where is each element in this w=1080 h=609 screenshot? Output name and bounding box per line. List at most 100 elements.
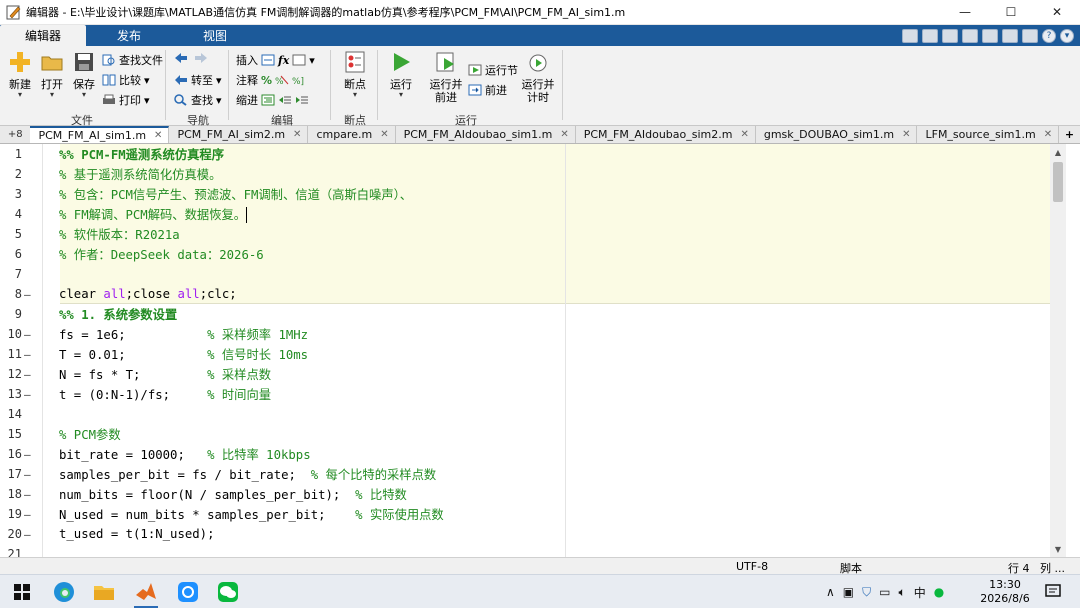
undo-qat-icon[interactable] (982, 28, 998, 43)
run-button[interactable]: 运行 ▾ (386, 50, 416, 99)
edge-browser-icon[interactable] (52, 580, 76, 604)
file-explorer-icon[interactable] (92, 580, 116, 604)
code-line[interactable]: 9 %% 1. 系统参数设置 (0, 304, 1050, 324)
ribbon-tab-row: 编辑器 发布 视图 ? ▾ (0, 25, 1080, 46)
compare-button[interactable]: 比较 ▾ (102, 72, 150, 88)
find-files-button[interactable]: 查找文件 (102, 52, 163, 68)
close-tab-icon[interactable]: ✕ (293, 129, 301, 140)
code-line[interactable]: 19— N_used = num_bits * samples_per_bit;… (0, 504, 1050, 524)
code-line[interactable]: 21 (0, 544, 1050, 557)
save-qat-icon[interactable] (902, 28, 918, 43)
decrease-indent-icon[interactable] (295, 94, 309, 106)
close-tab-icon[interactable]: ✕ (154, 130, 162, 141)
indent-button[interactable]: 缩进 (236, 92, 309, 108)
new-tab-button[interactable]: + (1059, 126, 1080, 143)
save-button[interactable]: 保存 ▾ (70, 50, 98, 99)
minimize-button[interactable]: — (942, 0, 988, 25)
code-line[interactable]: 18— num_bits = floor(N / samples_per_bit… (0, 484, 1050, 504)
scroll-thumb[interactable] (1053, 162, 1063, 202)
switch-windows-icon[interactable] (1022, 28, 1038, 43)
function-fx-icon[interactable]: fx (278, 54, 289, 67)
vertical-scrollbar[interactable]: ▲ ▼ (1050, 144, 1066, 557)
tab-publish[interactable]: 发布 (86, 25, 172, 46)
help-icon[interactable]: ? (1042, 28, 1056, 43)
wechat-icon[interactable] (216, 580, 240, 604)
code-line[interactable]: 2 % 基于遥测系统简化仿真模。 (0, 164, 1050, 184)
back-forward-buttons[interactable] (174, 52, 208, 64)
open-button[interactable]: 打开 ▾ (38, 50, 66, 99)
file-tab[interactable]: PCM_FM_AIdoubao_sim2.m ✕ (576, 126, 756, 143)
run-and-advance-label: 运行并 前进 (430, 78, 463, 104)
volume-icon[interactable]: 🔈︎ (899, 585, 906, 600)
code-line[interactable]: 13— t = (0:N-1)/fs; % 时间向量 (0, 384, 1050, 404)
goto-button[interactable]: 转至 ▾ (174, 72, 222, 88)
file-tab[interactable]: gmsk_DOUBAO_sim1.m ✕ (756, 126, 918, 143)
code-line[interactable]: 14 (0, 404, 1050, 424)
taskbar-clock[interactable]: 13:30 2026/8/6 (980, 578, 1030, 606)
code-line[interactable]: 10— fs = 1e6; % 采样频率 1MHz (0, 324, 1050, 344)
tray-app-icon[interactable]: ▣ (843, 585, 854, 599)
sync-app-icon[interactable] (176, 580, 200, 604)
tab-view[interactable]: 视图 (172, 25, 258, 46)
security-shield-icon[interactable]: ⛉ (862, 585, 871, 600)
file-tab[interactable]: LFM_source_sim1.m ✕ (917, 126, 1060, 143)
code-text: % PCM参数 (59, 428, 121, 442)
file-tab[interactable]: PCM_FM_AI_sim2.m ✕ (169, 126, 309, 143)
close-tab-icon[interactable]: ✕ (380, 129, 388, 140)
copy-qat-icon[interactable] (942, 28, 958, 43)
new-button[interactable]: 新建 ▾ (6, 50, 34, 99)
maximize-button[interactable]: ☐ (988, 0, 1034, 25)
code-editor[interactable]: 1 %% PCM-FM遥测系统仿真程序 2 % 基于遥测系统简化仿真模。 3 %… (0, 144, 1066, 557)
run-section-button[interactable]: 运行节 (468, 62, 518, 78)
close-tab-icon[interactable]: ✕ (740, 129, 748, 140)
run-and-advance-button[interactable]: 运行并 前进 (428, 50, 464, 104)
ribbon-options-icon[interactable]: ▾ (1060, 28, 1074, 43)
percent-comment-icon[interactable]: % (261, 74, 272, 87)
notifications-icon[interactable] (1044, 583, 1062, 601)
insert-button[interactable]: 插入 fx ▾ (236, 52, 315, 68)
run-and-time-button[interactable]: 运行并 计时 (520, 50, 556, 104)
code-line[interactable]: 15 % PCM参数 (0, 424, 1050, 444)
code-line[interactable]: 4 % FM解调、PCM解码、数据恢复。 (0, 204, 1050, 224)
code-line[interactable]: 17— samples_per_bit = fs / bit_rate; % 每… (0, 464, 1050, 484)
tab-editor[interactable]: 编辑器 (0, 25, 86, 46)
code-line[interactable]: 11— T = 0.01; % 信号时长 10ms (0, 344, 1050, 364)
wrap-comments-icon[interactable]: %] (292, 74, 306, 86)
file-tab[interactable]: PCM_FM_AI_sim1.m ✕ (30, 126, 170, 143)
code-line[interactable]: 20— t_used = t(1:N_used); (0, 524, 1050, 544)
code-line[interactable]: 7 (0, 264, 1050, 284)
windows-start-icon[interactable] (10, 580, 34, 604)
code-line[interactable]: 5 % 软件版本：R2021a (0, 224, 1050, 244)
close-tab-icon[interactable]: ✕ (902, 129, 910, 140)
code-line[interactable]: 6 % 作者：DeepSeek data：2026-6 (0, 244, 1050, 264)
code-line[interactable]: 8— clear all;close all;clc; (0, 284, 1050, 304)
code-line[interactable]: 16— bit_rate = 10000; % 比特率 10kbps (0, 444, 1050, 464)
close-button[interactable]: ✕ (1034, 0, 1080, 25)
battery-icon[interactable]: ▭ (879, 585, 890, 599)
comment-button[interactable]: 注释 % % %] (236, 72, 306, 88)
advance-button[interactable]: 前进 (468, 82, 507, 98)
close-tab-icon[interactable]: ✕ (560, 129, 568, 140)
uncomment-icon[interactable]: % (275, 74, 289, 86)
breakpoints-button[interactable]: 断点 ▾ (340, 50, 370, 99)
ime-indicator[interactable]: 中 (914, 584, 926, 601)
scroll-down-arrow-icon[interactable]: ▼ (1050, 543, 1066, 555)
hidden-tabs-count[interactable]: +8 (0, 126, 30, 143)
scroll-up-arrow-icon[interactable]: ▲ (1050, 146, 1066, 158)
redo-qat-icon[interactable] (1002, 28, 1018, 43)
print-button[interactable]: 打印 ▾ (102, 92, 150, 108)
tray-green-app-icon[interactable]: ● (934, 585, 944, 599)
paste-qat-icon[interactable] (962, 28, 978, 43)
close-tab-icon[interactable]: ✕ (1044, 129, 1052, 140)
smart-indent-icon[interactable] (261, 94, 275, 106)
file-tab[interactable]: PCM_FM_AIdoubao_sim1.m ✕ (396, 126, 576, 143)
show-hidden-icons-chevron-icon[interactable]: ∧ (826, 585, 835, 599)
increase-indent-icon[interactable] (278, 94, 292, 106)
matlab-icon[interactable] (134, 580, 158, 604)
file-tab[interactable]: cmpare.m ✕ (308, 126, 396, 143)
code-line[interactable]: 1 %% PCM-FM遥测系统仿真程序 (0, 144, 1050, 164)
code-line[interactable]: 3 % 包含：PCM信号产生、预滤波、FM调制、信道（高斯白噪声）、 (0, 184, 1050, 204)
code-line[interactable]: 12— N = fs * T; % 采样点数 (0, 364, 1050, 384)
find-button[interactable]: 查找 ▾ (174, 92, 222, 108)
cut-qat-icon[interactable] (922, 28, 938, 43)
